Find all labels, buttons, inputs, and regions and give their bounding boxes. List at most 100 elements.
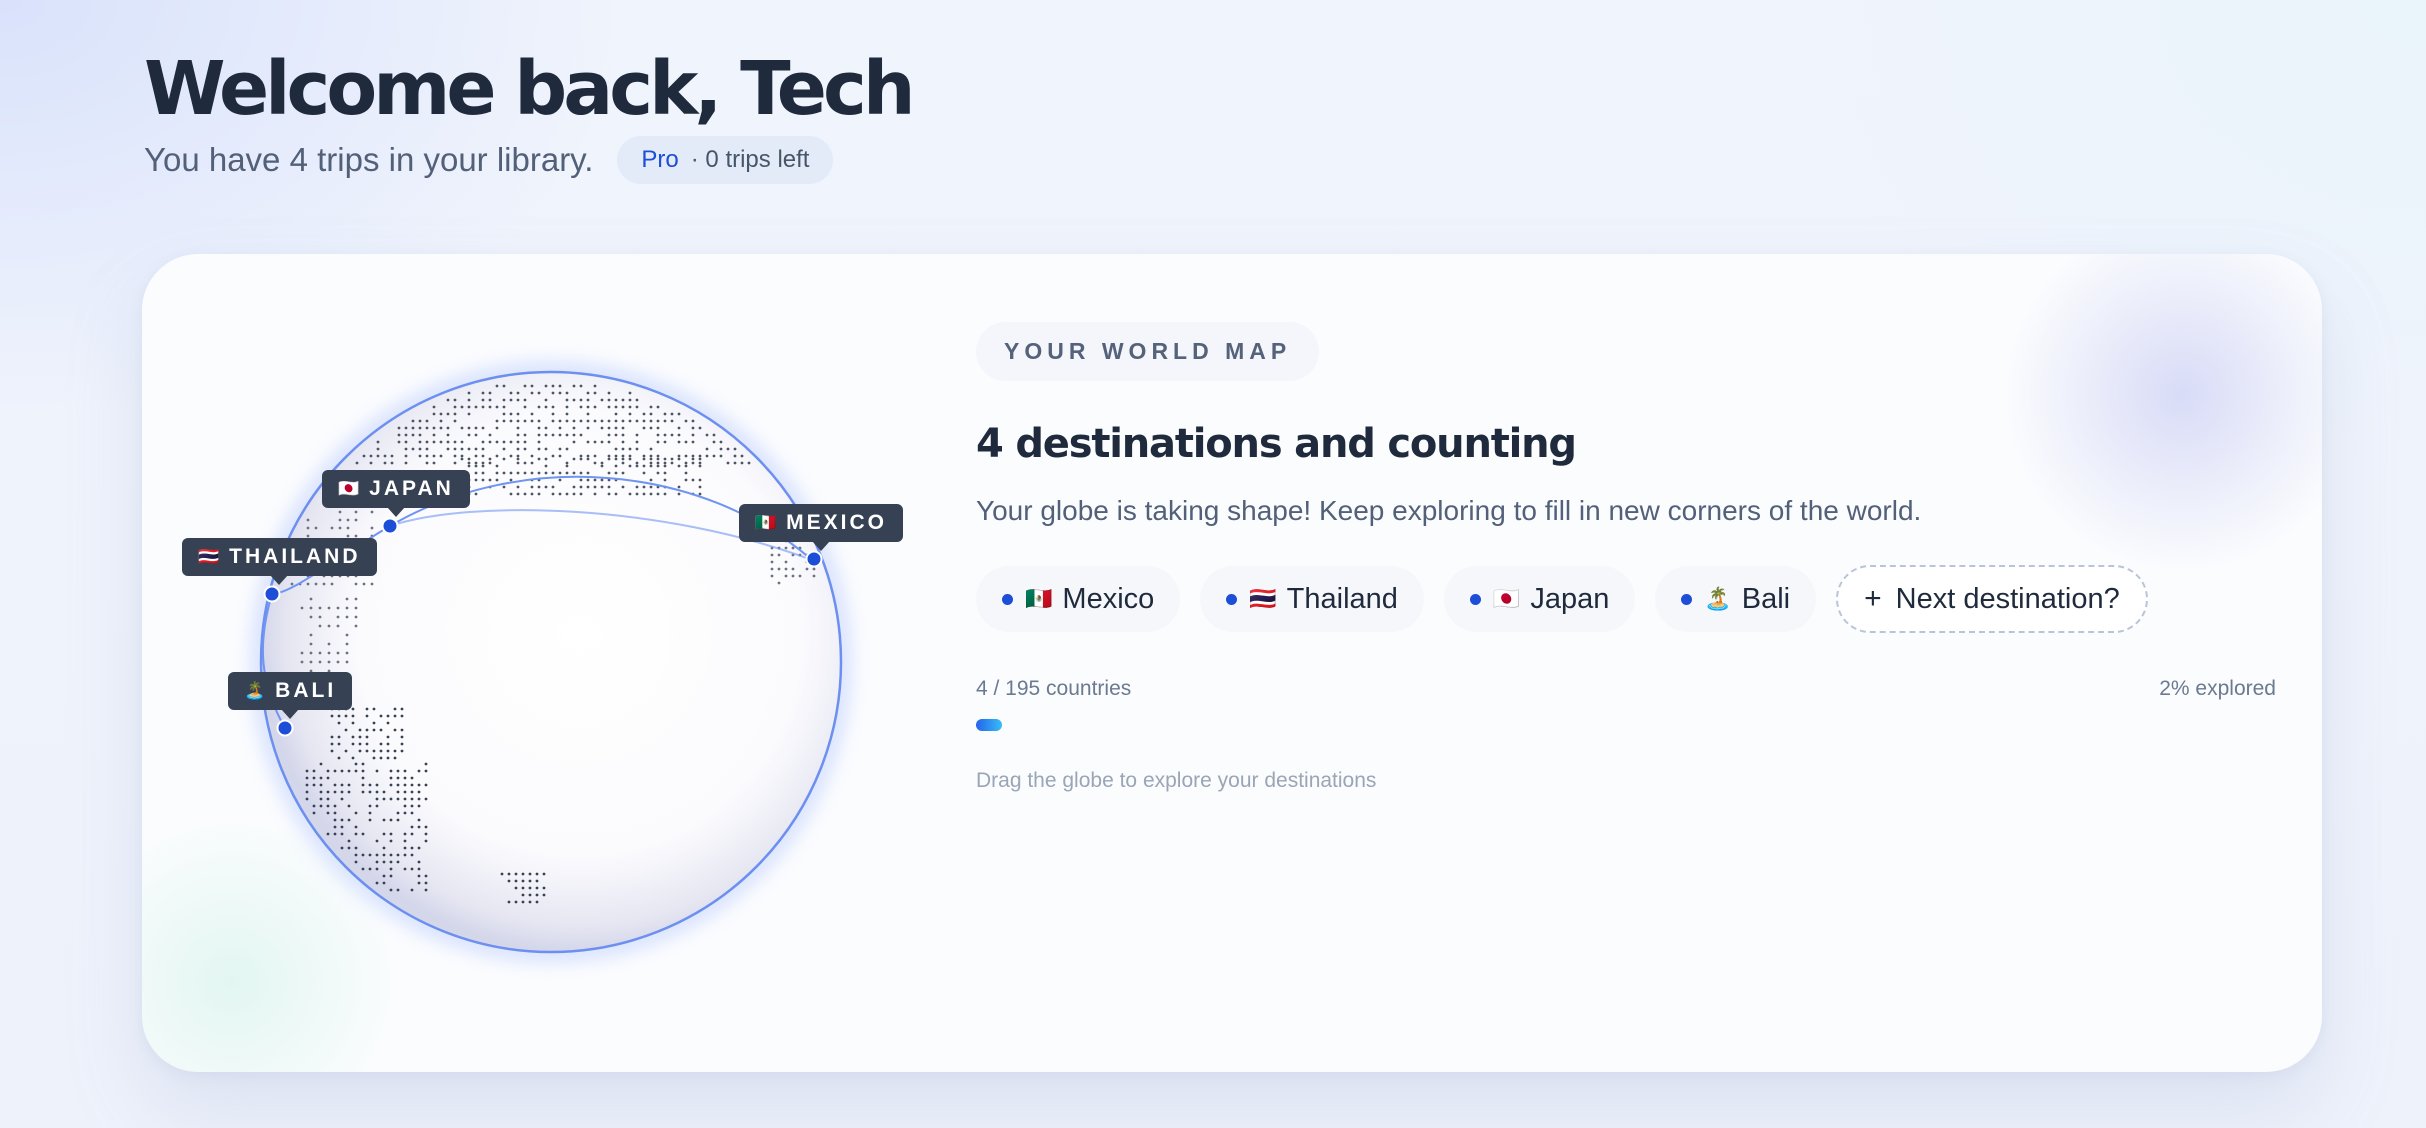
add-destination-button[interactable]: + Next destination? xyxy=(1836,565,2148,633)
land-dot xyxy=(621,454,625,458)
land-dot xyxy=(460,440,464,444)
land-dot xyxy=(404,454,408,458)
land-dot xyxy=(345,642,349,646)
land-dot xyxy=(345,651,349,655)
land-dot xyxy=(635,398,639,402)
marker-label-japan[interactable]: 🇯🇵 JAPAN xyxy=(322,470,470,517)
marker-dot-thailand[interactable] xyxy=(263,585,281,603)
land-dot xyxy=(516,419,520,423)
land-dot xyxy=(306,582,310,586)
land-dot xyxy=(621,457,625,461)
marker-dot-bali[interactable] xyxy=(276,719,294,737)
land-dot xyxy=(370,510,374,514)
land-dot xyxy=(347,783,351,787)
land-dot xyxy=(642,419,646,423)
land-dot xyxy=(502,419,506,423)
land-dot xyxy=(354,769,358,773)
land-dot xyxy=(495,471,499,475)
land-dot xyxy=(365,735,369,739)
land-dot xyxy=(812,567,816,571)
land-dot xyxy=(474,426,478,430)
land-dot xyxy=(558,478,562,482)
land-dot xyxy=(502,405,506,409)
land-dot xyxy=(326,811,330,815)
marker-label-thailand[interactable]: 🇹🇭 THAILAND xyxy=(182,538,377,585)
land-dot xyxy=(740,461,744,465)
land-dot xyxy=(312,804,316,808)
mexico-flag-icon: 🇲🇽 xyxy=(1025,586,1053,611)
marker-dot-japan[interactable] xyxy=(381,517,399,535)
marker-label-bali[interactable]: 🏝️ BALI xyxy=(228,672,353,719)
destination-chip-bali[interactable]: 🏝️ Bali xyxy=(1655,566,1817,632)
land-dot xyxy=(306,526,310,530)
land-dot xyxy=(544,464,548,468)
land-dot xyxy=(347,790,351,794)
land-dot xyxy=(698,426,702,430)
land-dot xyxy=(376,454,380,458)
destination-chip-mexico[interactable]: 🇲🇽 Mexico xyxy=(976,566,1181,632)
land-dot xyxy=(333,783,337,787)
globe-container[interactable]: 🇯🇵 JAPAN 🇹🇭 THAILAND 🏝️ BALI 🇲🇽 MEXICO xyxy=(142,254,1012,1072)
land-dot xyxy=(516,492,520,496)
land-dot xyxy=(691,419,695,423)
land-dot xyxy=(528,893,532,897)
land-dot xyxy=(453,454,457,458)
land-dot xyxy=(565,391,569,395)
progress-fill xyxy=(976,719,1002,731)
land-dot xyxy=(677,426,681,430)
land-dot xyxy=(351,756,355,760)
land-dot xyxy=(579,433,583,437)
land-dot xyxy=(368,790,372,794)
land-dot xyxy=(572,471,576,475)
land-dot xyxy=(358,728,362,732)
land-dot xyxy=(351,714,355,718)
land-dot xyxy=(544,384,548,388)
land-dot xyxy=(579,398,583,402)
marker-dot-mexico[interactable] xyxy=(805,550,823,568)
destination-chip-thailand[interactable]: 🇹🇭 Thailand xyxy=(1200,566,1424,632)
land-dot xyxy=(340,825,344,829)
destination-chip-japan[interactable]: 🇯🇵 Japan xyxy=(1443,566,1636,632)
land-dot xyxy=(551,471,555,475)
land-dot xyxy=(481,440,485,444)
land-dot xyxy=(346,518,350,522)
land-dot xyxy=(372,721,376,725)
land-dot xyxy=(805,567,809,571)
land-dot xyxy=(649,478,653,482)
land-dot xyxy=(614,492,618,496)
land-dot xyxy=(439,440,443,444)
land-dot xyxy=(586,391,590,395)
land-dot xyxy=(354,846,358,850)
land-dot xyxy=(418,447,422,451)
land-dot xyxy=(677,485,681,489)
land-dot xyxy=(698,492,702,496)
marker-label-mexico[interactable]: 🇲🇽 MEXICO xyxy=(739,504,904,551)
thailand-flag-icon: 🇹🇭 xyxy=(1249,586,1277,611)
land-dot xyxy=(327,660,331,664)
globe[interactable] xyxy=(142,254,1012,1072)
land-dot xyxy=(502,440,506,444)
land-dot xyxy=(621,433,625,437)
land-dot xyxy=(389,797,393,801)
land-dot xyxy=(368,783,372,787)
land-dot xyxy=(621,485,625,489)
land-dot xyxy=(649,485,653,489)
land-dot xyxy=(537,485,541,489)
land-dot xyxy=(698,478,702,482)
thailand-flag-icon: 🇹🇭 xyxy=(198,547,220,566)
land-dot xyxy=(572,440,576,444)
land-dot xyxy=(698,457,702,461)
land-dot xyxy=(365,742,369,746)
land-dot xyxy=(544,426,548,430)
land-dot xyxy=(544,398,548,402)
land-dot xyxy=(361,832,365,836)
land-dot xyxy=(369,461,373,465)
destination-dot-icon xyxy=(1469,593,1481,605)
land-dot xyxy=(537,426,541,430)
land-dot xyxy=(481,405,485,409)
land-dot xyxy=(677,440,681,444)
land-dot xyxy=(488,440,492,444)
countries-count: 4 / 195 countries xyxy=(976,677,1132,700)
land-dot xyxy=(309,633,313,637)
land-dot xyxy=(389,818,393,822)
